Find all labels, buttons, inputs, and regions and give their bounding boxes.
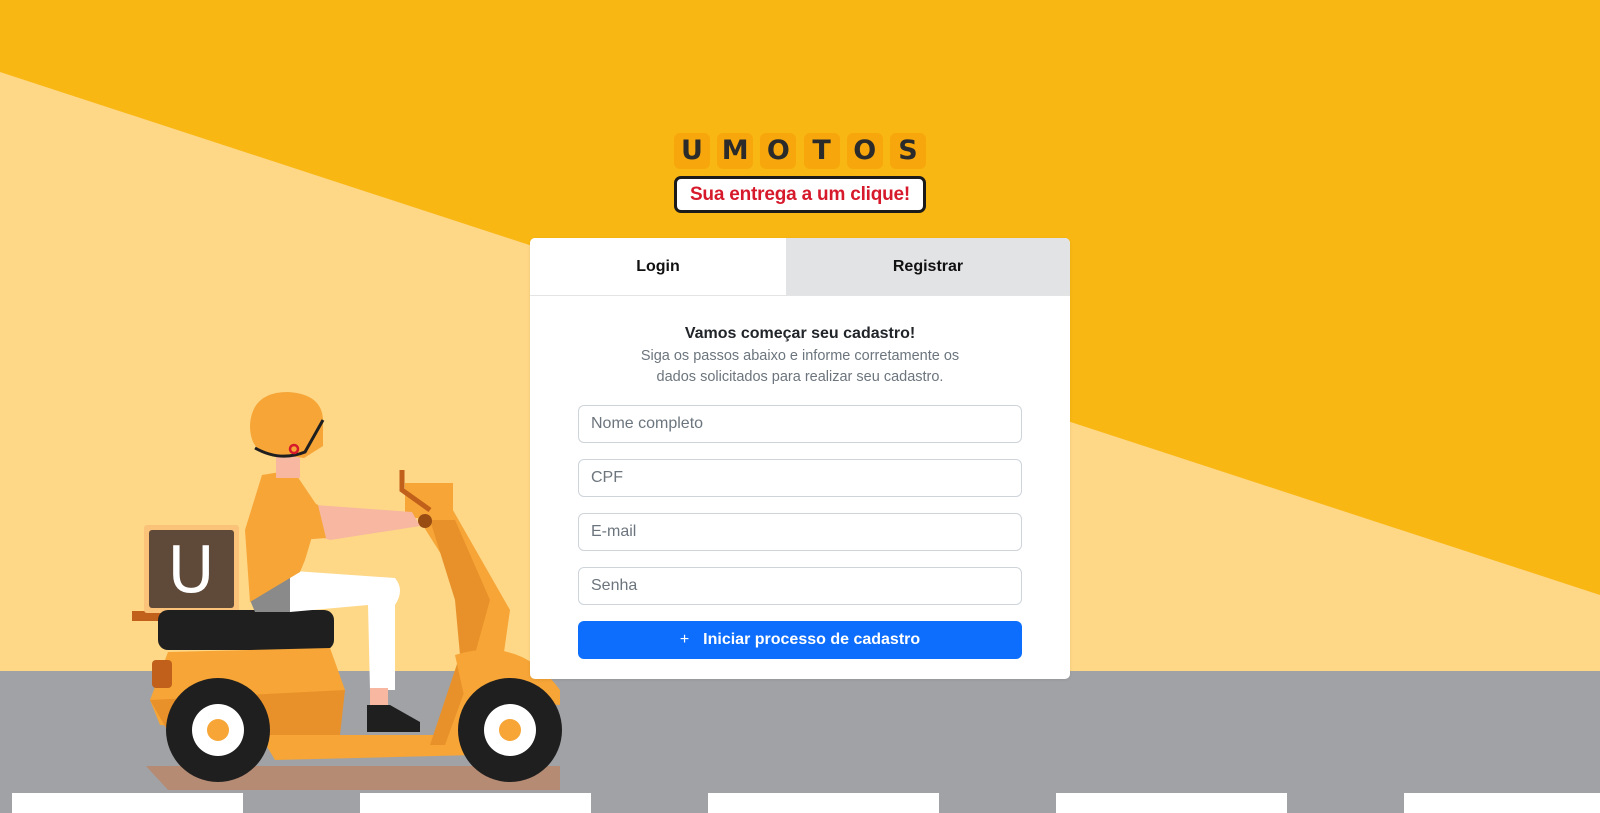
brand-logo: U M O T O S Sua entrega a um clique! — [674, 133, 926, 213]
form-title: Vamos começar seu cadastro! — [684, 325, 916, 342]
logo-letters: U M O T O S — [674, 133, 926, 169]
tab-login[interactable]: Login — [530, 238, 786, 295]
logo-letter: M — [717, 133, 754, 169]
cpf-input[interactable] — [578, 459, 1022, 497]
logo-tagline: Sua entrega a um clique! — [674, 176, 926, 213]
register-form: Vamos começar seu cadastro! Siga os pass… — [530, 324, 1070, 659]
form-subtitle: Siga os passos abaixo e informe corretam… — [640, 348, 960, 385]
auth-card: Login Registrar Vamos começar seu cadast… — [530, 238, 1070, 679]
logo-letter: T — [803, 133, 840, 169]
logo-letter: O — [846, 133, 883, 169]
start-registration-label: Iniciar processo de cadastro — [703, 631, 921, 648]
email-input[interactable] — [578, 513, 1022, 551]
box-logo-letter: U — [168, 534, 215, 608]
logo-letter: O — [760, 133, 797, 169]
logo-letter: S — [889, 133, 926, 169]
auth-tabs: Login Registrar — [530, 238, 1070, 296]
full-name-input[interactable] — [578, 405, 1022, 443]
plus-icon: + — [679, 631, 690, 648]
form-fields — [578, 405, 1022, 605]
logo-letter: U — [674, 133, 710, 169]
tab-register[interactable]: Registrar — [786, 238, 1070, 295]
start-registration-button[interactable]: + Iniciar processo de cadastro — [578, 621, 1022, 659]
password-input[interactable] — [578, 567, 1022, 605]
